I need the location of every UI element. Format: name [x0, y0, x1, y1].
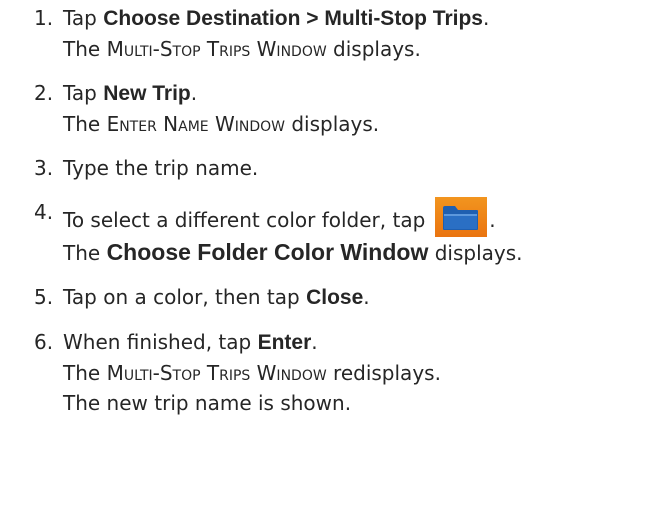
step-line: Tap New Trip.: [63, 78, 671, 109]
step-line: Type the trip name.: [63, 153, 671, 183]
step-line: The Multi-Stop Trips Window displays.: [63, 34, 671, 64]
text-run: The: [63, 37, 107, 61]
text-run: .: [190, 81, 198, 105]
text-run: Tap: [63, 81, 104, 105]
text-run: The: [63, 361, 107, 385]
text-run: When finished, tap: [63, 330, 258, 354]
folder-color-button-icon: [435, 197, 488, 237]
step-line: The new trip name is shown.: [63, 388, 671, 418]
text-run: The: [63, 112, 107, 136]
step-5: 5. Tap on a color, then tap Close.: [34, 282, 671, 313]
step-number: 6.: [34, 330, 54, 354]
step-3: 3. Type the trip name.: [34, 153, 671, 183]
step-line: The Enter Name Window displays.: [63, 109, 671, 139]
window-name: Enter Name Window: [106, 112, 285, 136]
menu-path-label: Choose Destination > Multi-Stop Trips: [103, 7, 483, 30]
step-line: The Multi-Stop Trips Window redisplays.: [63, 358, 671, 388]
step-1: 1. Tap Choose Destination > Multi-Stop T…: [34, 3, 671, 64]
step-number: 4.: [34, 200, 54, 224]
text-run: redisplays.: [326, 361, 441, 385]
text-run: displays.: [326, 37, 421, 61]
window-name: Multi-Stop Trips Window: [106, 361, 327, 385]
text-run: Type the trip name.: [63, 156, 259, 180]
step-line: To select a different color folder, tap.: [63, 197, 671, 237]
step-6: 6. When finished, tap Enter. The Multi-S…: [34, 327, 671, 418]
folder-icon: [443, 206, 479, 230]
step-line: Tap Choose Destination > Multi-Stop Trip…: [63, 3, 671, 34]
step-2: 2. Tap New Trip. The Enter Name Window d…: [34, 78, 671, 139]
button-name: Close: [306, 286, 364, 309]
text-run: Tap: [63, 6, 104, 30]
text-run: The new trip name is shown.: [63, 391, 352, 415]
step-line: When finished, tap Enter.: [63, 327, 671, 358]
text-run: .: [311, 330, 318, 354]
text-run: displays.: [428, 241, 523, 265]
button-name: New Trip: [103, 82, 191, 105]
step-4: 4. To select a different color folder, t…: [34, 197, 671, 268]
text-run: .: [363, 285, 370, 309]
text-run: .: [489, 208, 496, 232]
step-number: 5.: [34, 285, 54, 309]
step-line: Tap on a color, then tap Close.: [63, 282, 671, 313]
step-number: 1.: [34, 6, 54, 30]
window-name: Multi-Stop Trips Window: [106, 37, 327, 61]
button-name: Enter: [257, 331, 312, 354]
text-run: To select a different color folder, tap: [63, 208, 426, 232]
step-number: 3.: [34, 156, 54, 180]
step-line: The Choose Folder Color Window displays.: [63, 237, 671, 268]
text-run: .: [482, 6, 490, 30]
text-run: The: [63, 241, 107, 265]
text-run: displays.: [285, 112, 380, 136]
instruction-steps: 1. Tap Choose Destination > Multi-Stop T…: [34, 3, 671, 418]
text-run: Tap on a color, then tap: [63, 285, 307, 309]
window-name: Choose Folder Color Window: [106, 239, 429, 265]
step-number: 2.: [34, 81, 54, 105]
